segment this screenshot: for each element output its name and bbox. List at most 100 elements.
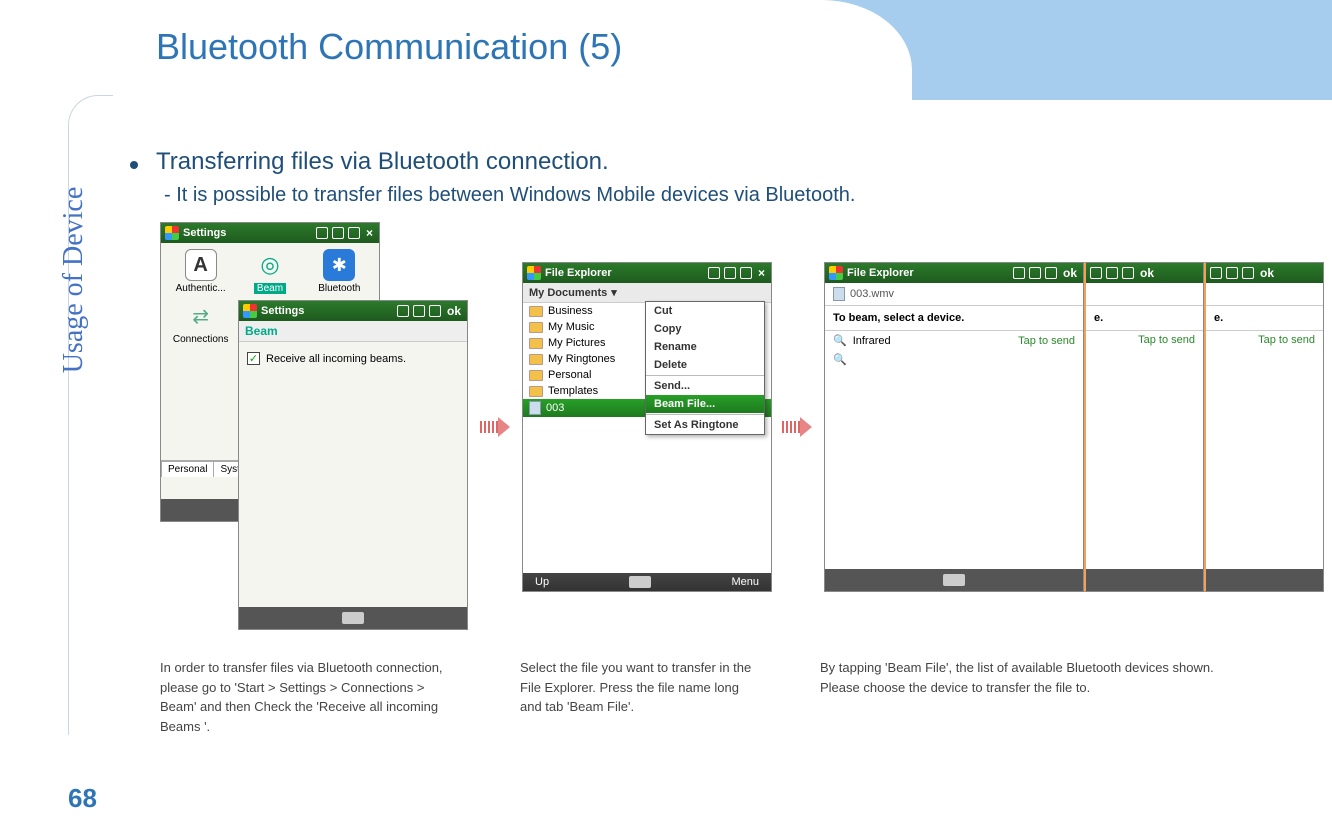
tray-volume-icon <box>740 267 752 279</box>
tray-signal-icon <box>724 267 736 279</box>
title-text: Settings <box>261 305 304 317</box>
windows-logo-icon <box>165 226 179 240</box>
device-row-infrared[interactable]: 🔍 Infrared Tap to send <box>825 331 1083 350</box>
tray-volume-icon <box>1242 267 1254 279</box>
beam-instruction-clip: e. <box>1206 305 1323 331</box>
chevron-down-icon: ▾ <box>611 286 617 299</box>
settings-item-bluetooth[interactable]: ✱ Bluetooth <box>306 249 373 294</box>
side-tab-label: Usage of Device <box>58 187 90 374</box>
folder-icon <box>529 370 543 381</box>
softkey-menu[interactable]: Menu <box>731 576 759 588</box>
menu-item-cut[interactable]: Cut <box>646 302 764 320</box>
checkbox-icon[interactable]: ✓ <box>247 352 260 365</box>
menu-item-copy[interactable]: Copy <box>646 320 764 338</box>
softkey-bar <box>1086 569 1203 591</box>
sub-bullet-text: - It is possible to transfer files betwe… <box>164 184 1272 207</box>
device-row[interactable]: Tap to send <box>1206 331 1323 349</box>
windows-logo-icon <box>527 266 541 280</box>
file-name: 003.wmv <box>850 288 894 300</box>
menu-item-delete[interactable]: Delete <box>646 356 764 374</box>
softkey-up[interactable]: Up <box>535 576 549 588</box>
folder-icon <box>529 338 543 349</box>
keyboard-icon[interactable] <box>629 576 651 588</box>
titlebar-file-explorer: File Explorer ok <box>825 263 1083 283</box>
folder-icon <box>529 306 543 317</box>
close-icon[interactable]: × <box>364 226 375 240</box>
arrow-icon <box>480 417 512 437</box>
device-name: Infrared <box>853 335 891 347</box>
tray-signal-icon <box>332 227 344 239</box>
folder-icon <box>529 322 543 333</box>
caption-1: In order to transfer files via Bluetooth… <box>160 658 460 736</box>
settings-item-beam[interactable]: ◎ Beam <box>236 249 303 294</box>
tray-volume-icon <box>1122 267 1134 279</box>
titlebar-settings: Settings × <box>161 223 379 243</box>
screenshot-group-settings: Settings × A Authentic... ◎ Beam <box>160 222 470 632</box>
search-icon: 🔍 <box>833 334 847 347</box>
titlebar: ok <box>1086 263 1203 283</box>
pda-file-explorer: File Explorer × My Documents ▾ Business … <box>522 262 772 592</box>
pda-beam-device-list-clip: ok e. Tap to send <box>1084 262 1204 592</box>
folder-name: Business <box>548 305 593 317</box>
slide-title: Bluetooth Communication (5) <box>156 26 622 68</box>
keyboard-icon[interactable] <box>943 574 965 586</box>
folder-icon <box>529 386 543 397</box>
folder-name: Personal <box>548 369 591 381</box>
settings-label: Beam <box>254 283 286 294</box>
context-menu: Cut Copy Rename Delete Send... Beam File… <box>645 301 765 435</box>
bullet-block: Transferring files via Bluetooth connect… <box>130 148 1272 207</box>
screenshot-group-devicelist: File Explorer ok 003.wmv To beam, select… <box>824 262 1324 592</box>
tap-to-send-label: Tap to send <box>1138 334 1195 346</box>
ok-button[interactable]: ok <box>1061 266 1079 280</box>
settings-label: Bluetooth <box>318 283 360 294</box>
ok-button[interactable]: ok <box>1138 266 1156 280</box>
tap-to-send-label: Tap to send <box>1258 334 1315 346</box>
tab-personal[interactable]: Personal <box>161 461 214 477</box>
keyboard-icon[interactable] <box>342 612 364 624</box>
folder-name: Templates <box>548 385 598 397</box>
windows-logo-icon <box>829 266 843 280</box>
auth-icon: A <box>185 249 217 281</box>
device-row-searching: 🔍 <box>825 350 1083 369</box>
menu-item-set-ringtone[interactable]: Set As Ringtone <box>646 416 764 434</box>
pda-beam-device-list: File Explorer ok 003.wmv To beam, select… <box>824 262 1084 592</box>
settings-label: Authentic... <box>176 283 226 294</box>
titlebar-beam: Settings ok <box>239 301 467 321</box>
file-icon <box>833 287 845 301</box>
tray-signal-icon <box>413 305 425 317</box>
header-decoration <box>792 0 1332 100</box>
beam-instruction: To beam, select a device. <box>825 305 1083 331</box>
path-dropdown[interactable]: My Documents ▾ <box>523 283 771 303</box>
settings-item-connections[interactable]: ⇄ Connections <box>167 300 234 345</box>
tap-to-send-label: Tap to send <box>1018 335 1075 347</box>
tray-signal-icon <box>1106 267 1118 279</box>
file-name: 003 <box>546 402 564 414</box>
receive-beams-checkbox-row[interactable]: ✓ Receive all incoming beams. <box>239 342 467 375</box>
softkey-bar <box>1206 569 1323 591</box>
menu-separator <box>646 414 764 415</box>
device-row[interactable]: Tap to send <box>1086 331 1203 349</box>
close-icon[interactable]: × <box>756 266 767 280</box>
caption-2: Select the file you want to transfer in … <box>520 658 760 736</box>
windows-logo-icon <box>243 304 257 318</box>
softkey-bar <box>239 607 467 629</box>
menu-item-send[interactable]: Send... <box>646 377 764 395</box>
titlebar-file-explorer: File Explorer × <box>523 263 771 283</box>
page-number: 68 <box>68 783 97 814</box>
tray-icon <box>1090 267 1102 279</box>
softkey-bar <box>825 569 1083 591</box>
caption-3: By tapping 'Beam File', the list of avai… <box>820 658 1250 736</box>
beam-icon: ◎ <box>254 249 286 281</box>
title-text: Settings <box>183 227 226 239</box>
tray-icon <box>1013 267 1025 279</box>
menu-item-rename[interactable]: Rename <box>646 338 764 356</box>
ok-button[interactable]: ok <box>1258 266 1276 280</box>
folder-name: My Ringtones <box>548 353 615 365</box>
file-row: 003.wmv <box>825 283 1083 305</box>
beam-instruction-clip: e. <box>1086 305 1203 331</box>
folder-name: My Music <box>548 321 594 333</box>
menu-item-beam-file[interactable]: Beam File... <box>646 395 764 413</box>
ok-button[interactable]: ok <box>445 304 463 318</box>
folder-icon <box>529 354 543 365</box>
settings-item-authentic[interactable]: A Authentic... <box>167 249 234 294</box>
